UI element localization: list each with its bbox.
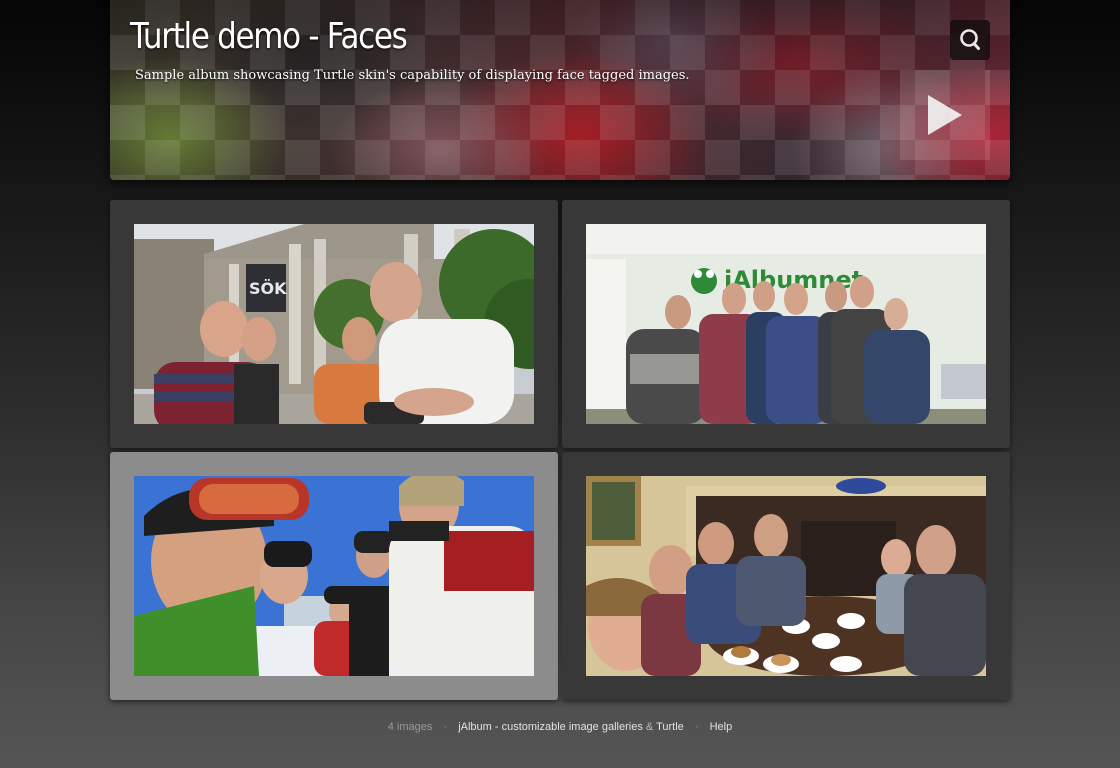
search-button[interactable] — [950, 20, 990, 60]
search-icon — [960, 29, 980, 50]
play-icon — [928, 95, 962, 135]
album-header: Turtle demo - Faces Sample album showcas… — [110, 0, 1010, 180]
thumbnail-card[interactable]: SÖK — [110, 200, 558, 448]
thumbnail-card[interactable] — [562, 452, 1010, 700]
thumbnail-card[interactable]: jAlbumnet — [562, 200, 1010, 448]
thumbnail-card-selected[interactable] — [110, 452, 558, 700]
footer-separator: · — [694, 721, 699, 733]
footer: 4 images · jAlbum - customizable image g… — [0, 721, 1120, 733]
footer-ampersand: & — [645, 721, 654, 733]
footer-separator: · — [443, 721, 448, 733]
help-link[interactable]: Help — [710, 721, 733, 733]
album-description: Sample album showcasing Turtle skin's ca… — [135, 68, 690, 83]
thumbnail-image[interactable] — [586, 476, 986, 676]
thumbnail-image[interactable] — [134, 476, 534, 676]
jalbum-link[interactable]: jAlbum - customizable image galleries — [458, 721, 643, 733]
image-count: 4 images — [387, 721, 433, 733]
turtle-link[interactable]: Turtle — [656, 721, 684, 733]
slideshow-play-button[interactable] — [900, 70, 990, 160]
thumbnail-image[interactable]: jAlbumnet — [586, 224, 986, 424]
svg-text:SÖK: SÖK — [249, 279, 287, 298]
thumbnail-image[interactable]: SÖK — [134, 224, 534, 424]
album-title: Turtle demo - Faces — [130, 16, 408, 57]
